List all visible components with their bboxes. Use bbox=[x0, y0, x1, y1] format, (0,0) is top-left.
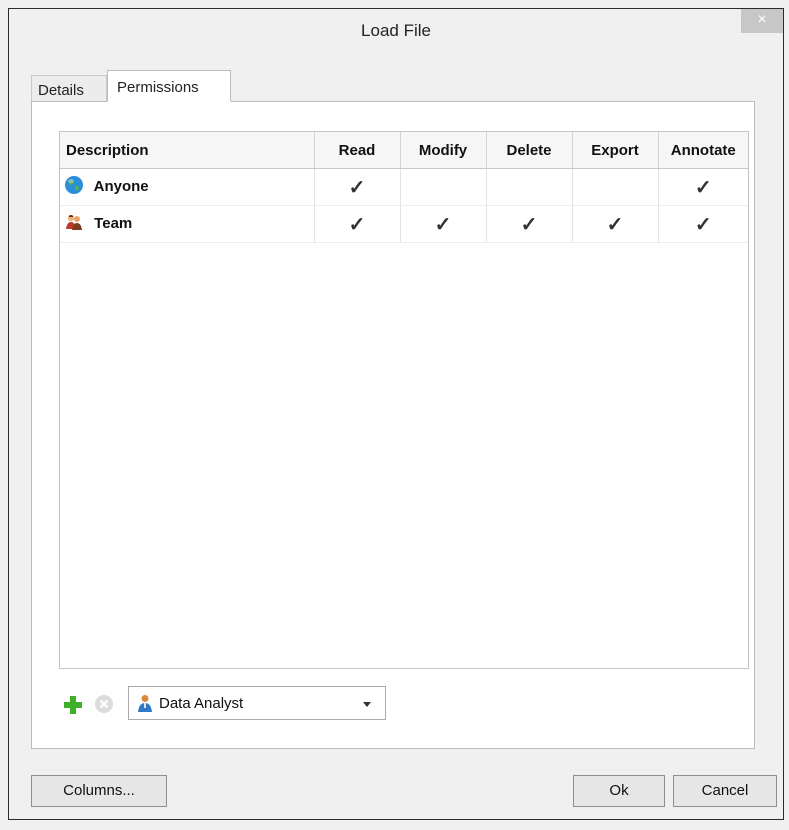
col-header-modify[interactable]: Modify bbox=[400, 132, 487, 169]
modify-cell[interactable]: ✓ bbox=[400, 205, 487, 243]
tab-details[interactable]: Details bbox=[31, 75, 107, 101]
delete-cell[interactable]: ✓ bbox=[486, 205, 573, 243]
plus-icon[interactable] bbox=[62, 694, 84, 716]
col-header-read[interactable]: Read bbox=[314, 132, 401, 169]
read-cell[interactable]: ✓ bbox=[314, 168, 401, 206]
permissions-toolbar: Data Analyst bbox=[62, 686, 462, 722]
export-check-icon: ✓ bbox=[606, 213, 624, 236]
row-name: Anyone bbox=[93, 177, 149, 195]
table-row-team[interactable]: Team ✓ ✓ ✓ ✓ ✓ bbox=[60, 205, 748, 243]
read-cell[interactable]: ✓ bbox=[314, 205, 401, 243]
export-cell[interactable] bbox=[572, 168, 659, 206]
modify-check-icon: ✓ bbox=[434, 213, 452, 236]
read-check-icon: ✓ bbox=[348, 176, 366, 199]
col-header-delete[interactable]: Delete bbox=[486, 132, 573, 169]
annotate-check-icon: ✓ bbox=[694, 213, 712, 236]
row-name: Team bbox=[94, 214, 133, 232]
delete-check-icon: ✓ bbox=[520, 213, 538, 236]
dialog-body: Details Permissions Description Read Mod… bbox=[9, 53, 783, 819]
team-icon bbox=[64, 212, 84, 236]
delete-cell[interactable] bbox=[486, 168, 573, 206]
principal-select-value: Data Analyst bbox=[159, 695, 244, 712]
user-icon bbox=[137, 694, 153, 716]
globe-icon bbox=[64, 175, 84, 199]
title-bar: Load File × bbox=[9, 9, 783, 53]
read-check-icon: ✓ bbox=[348, 213, 366, 236]
tab-permissions[interactable]: Permissions bbox=[107, 70, 231, 102]
export-cell[interactable]: ✓ bbox=[572, 205, 659, 243]
col-header-description[interactable]: Description bbox=[60, 132, 315, 169]
col-header-annotate[interactable]: Annotate bbox=[658, 132, 748, 169]
permissions-table: Description Read Modify Delete Export An… bbox=[59, 131, 749, 669]
tab-permissions-label: Permissions bbox=[117, 79, 199, 96]
cancel-button[interactable]: Cancel bbox=[673, 775, 777, 807]
table-row-anyone[interactable]: Anyone ✓ ✓ bbox=[60, 168, 748, 206]
row-description-cell: Team bbox=[60, 205, 315, 243]
modify-cell[interactable] bbox=[400, 168, 487, 206]
load-file-dialog: Load File × Details Permissions Descript… bbox=[8, 8, 784, 820]
dialog-title: Load File bbox=[361, 21, 431, 40]
annotate-check-icon: ✓ bbox=[694, 176, 712, 199]
close-button[interactable]: × bbox=[741, 9, 783, 33]
principal-select[interactable]: Data Analyst bbox=[128, 686, 386, 720]
col-header-export[interactable]: Export bbox=[572, 132, 659, 169]
tab-details-label: Details bbox=[38, 82, 84, 99]
annotate-cell[interactable]: ✓ bbox=[658, 205, 748, 243]
ok-button[interactable]: Ok bbox=[573, 775, 665, 807]
row-description-cell: Anyone bbox=[60, 168, 315, 206]
columns-button[interactable]: Columns... bbox=[31, 775, 167, 807]
permissions-panel: Description Read Modify Delete Export An… bbox=[31, 101, 755, 749]
annotate-cell[interactable]: ✓ bbox=[658, 168, 748, 206]
remove-icon[interactable] bbox=[94, 694, 114, 714]
table-header-row: Description Read Modify Delete Export An… bbox=[60, 132, 748, 169]
chevron-down-icon bbox=[363, 702, 371, 707]
